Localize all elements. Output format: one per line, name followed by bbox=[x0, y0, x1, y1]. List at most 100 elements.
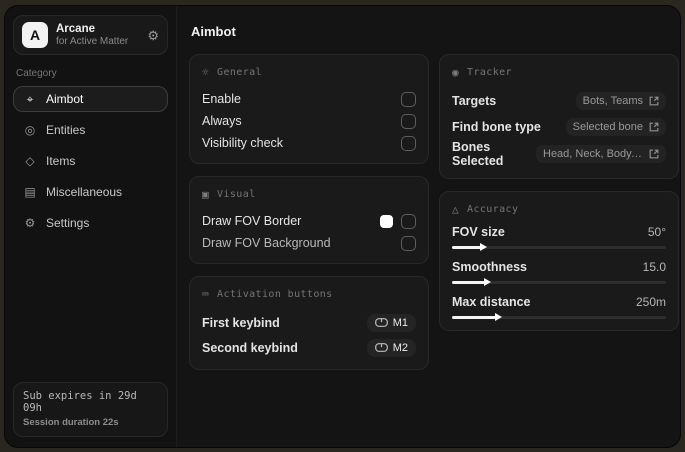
gear-icon: ⚙ bbox=[24, 216, 36, 230]
setting-label: Smoothness bbox=[452, 260, 528, 274]
setting-row-always: Always bbox=[202, 110, 416, 132]
account-card: A Arcane for Active Matter ⚙ bbox=[13, 15, 168, 55]
keyboard-icon: ⌨ bbox=[202, 288, 210, 301]
left-column: ☼ General Enable Always Visibility check bbox=[189, 54, 429, 370]
visibility-check-checkbox[interactable] bbox=[401, 135, 416, 151]
accuracy-card-header: △ Accuracy bbox=[452, 204, 666, 215]
category-label: Category bbox=[16, 68, 57, 79]
slider-fill bbox=[452, 278, 492, 286]
setting-row-targets: Targets Bots, Teams bbox=[452, 88, 666, 113]
sidebar-item-settings[interactable]: ⚙ Settings bbox=[13, 210, 168, 236]
find-bone-type-select[interactable]: Selected bone bbox=[565, 117, 666, 136]
expand-icon bbox=[649, 96, 659, 105]
sidebar-item-label: Entities bbox=[46, 123, 86, 137]
visual-card-header: ▣ Visual bbox=[202, 189, 416, 200]
session-duration-text: Session duration 22s bbox=[23, 417, 119, 428]
app-logo: A bbox=[22, 22, 48, 48]
slider-thumb[interactable] bbox=[494, 313, 502, 321]
cube-icon: ◇ bbox=[25, 154, 35, 168]
right-column: ◉ Tracker Targets Bots, Teams Find bone … bbox=[439, 54, 679, 331]
select-value: Selected bone bbox=[572, 120, 643, 133]
setting-row-draw-fov-border: Draw FOV Border bbox=[202, 210, 416, 232]
setting-row-second-keybind: Second keybind M2 bbox=[202, 335, 416, 360]
entities-icon: ◎ bbox=[24, 123, 36, 137]
slider-thumb[interactable] bbox=[479, 243, 487, 251]
setting-label: Draw FOV Border bbox=[202, 214, 302, 228]
setting-row-max-distance: Max distance 250m bbox=[452, 295, 666, 321]
fov-size-slider[interactable] bbox=[452, 243, 666, 251]
tracker-card: ◉ Tracker Targets Bots, Teams Find bone … bbox=[439, 54, 679, 179]
page-title: Aimbot bbox=[191, 24, 236, 39]
setting-label: Bones Selected bbox=[452, 140, 504, 168]
sidebar-item-items[interactable]: ◇ Items bbox=[13, 148, 168, 174]
slider-fill bbox=[452, 313, 502, 321]
sidebar-item-entities[interactable]: ◎ Entities bbox=[13, 117, 168, 143]
expand-icon bbox=[649, 149, 659, 159]
accuracy-card: △ Accuracy FOV size 50° Smoothness 15.0 … bbox=[439, 191, 679, 331]
setting-label: Second keybind bbox=[202, 340, 298, 355]
always-checkbox[interactable] bbox=[401, 113, 416, 129]
app-name: Arcane bbox=[56, 22, 95, 35]
setting-row-draw-fov-background: Draw FOV Background bbox=[202, 232, 416, 254]
draw-fov-border-checkbox[interactable] bbox=[401, 213, 416, 229]
general-card: ☼ General Enable Always Visibility check bbox=[189, 54, 429, 164]
setting-label: Always bbox=[202, 114, 242, 128]
mouse-icon bbox=[374, 318, 388, 327]
select-value: Bots, Teams bbox=[582, 94, 643, 107]
slider-value: 50° bbox=[647, 225, 666, 239]
setting-label: First keybind bbox=[202, 315, 280, 330]
second-keybind-button[interactable]: M2 bbox=[366, 338, 416, 357]
image-icon: ▣ bbox=[202, 188, 210, 201]
fov-border-color-swatch[interactable] bbox=[380, 214, 393, 228]
card-title: Tracker bbox=[467, 67, 512, 78]
setting-label: Draw FOV Background bbox=[202, 236, 331, 250]
first-keybind-button[interactable]: M1 bbox=[366, 313, 416, 332]
max-distance-slider[interactable] bbox=[452, 313, 666, 321]
sub-expiry-text: Sub expires in 29d 09h bbox=[23, 390, 137, 414]
setting-row-fov-size: FOV size 50° bbox=[452, 225, 666, 251]
subscription-info-card: Sub expires in 29d 09h Session duration … bbox=[13, 382, 168, 437]
slider-value: 250m bbox=[635, 295, 666, 309]
target-icon: ◉ bbox=[452, 66, 460, 79]
keybind-value: M2 bbox=[392, 341, 408, 354]
setting-label: Targets bbox=[452, 93, 497, 108]
general-card-header: ☼ General bbox=[202, 67, 416, 78]
smoothness-slider[interactable] bbox=[452, 278, 666, 286]
bones-selected-select[interactable]: Head, Neck, Body, Pe… bbox=[536, 145, 666, 163]
setting-label: Max distance bbox=[452, 295, 531, 309]
sidebar: A Arcane for Active Matter ⚙ Category ⌖ … bbox=[5, 6, 177, 447]
card-title: Visual bbox=[217, 189, 256, 200]
targets-select[interactable]: Bots, Teams bbox=[575, 91, 666, 110]
draw-fov-background-checkbox[interactable] bbox=[401, 235, 416, 251]
sidebar-item-label: Items bbox=[46, 154, 76, 168]
slider-fill bbox=[452, 243, 487, 251]
slider-value: 15.0 bbox=[642, 260, 666, 274]
card-title: General bbox=[217, 67, 262, 78]
keybind-value: M1 bbox=[392, 316, 408, 329]
gear-icon[interactable]: ⚙ bbox=[147, 29, 159, 42]
app-identity: Arcane for Active Matter bbox=[56, 22, 128, 49]
sidebar-item-miscellaneous[interactable]: ▤ Miscellaneous bbox=[13, 179, 168, 205]
sun-icon: ☼ bbox=[202, 66, 210, 79]
sidebar-item-label: Settings bbox=[46, 216, 90, 230]
activation-buttons-card: ⌨ Activation buttons First keybind M1 Se… bbox=[189, 276, 429, 370]
enable-checkbox[interactable] bbox=[401, 91, 416, 107]
crosshair-icon: ⌖ bbox=[26, 92, 34, 106]
app-tagline: for Active Matter bbox=[56, 35, 129, 47]
setting-row-first-keybind: First keybind M1 bbox=[202, 310, 416, 335]
slider-thumb[interactable] bbox=[484, 278, 492, 286]
mouse-icon bbox=[374, 343, 388, 352]
sidebar-item-label: Aimbot bbox=[46, 92, 84, 106]
setting-row-smoothness: Smoothness 15.0 bbox=[452, 260, 666, 286]
layout-icon: ▤ bbox=[24, 185, 36, 199]
setting-label: Visibility check bbox=[202, 136, 284, 150]
setting-label: Enable bbox=[202, 92, 241, 106]
card-title: Accuracy bbox=[467, 204, 519, 215]
sidebar-item-aimbot[interactable]: ⌖ Aimbot bbox=[13, 86, 168, 112]
visual-card: ▣ Visual Draw FOV Border Draw FOV Backgr… bbox=[189, 176, 429, 264]
setting-row-enable: Enable bbox=[202, 88, 416, 110]
app-window: A Arcane for Active Matter ⚙ Category ⌖ … bbox=[4, 5, 681, 448]
expand-icon bbox=[649, 122, 659, 131]
setting-row-visibility-check: Visibility check bbox=[202, 132, 416, 154]
triangle-icon: △ bbox=[452, 203, 460, 216]
